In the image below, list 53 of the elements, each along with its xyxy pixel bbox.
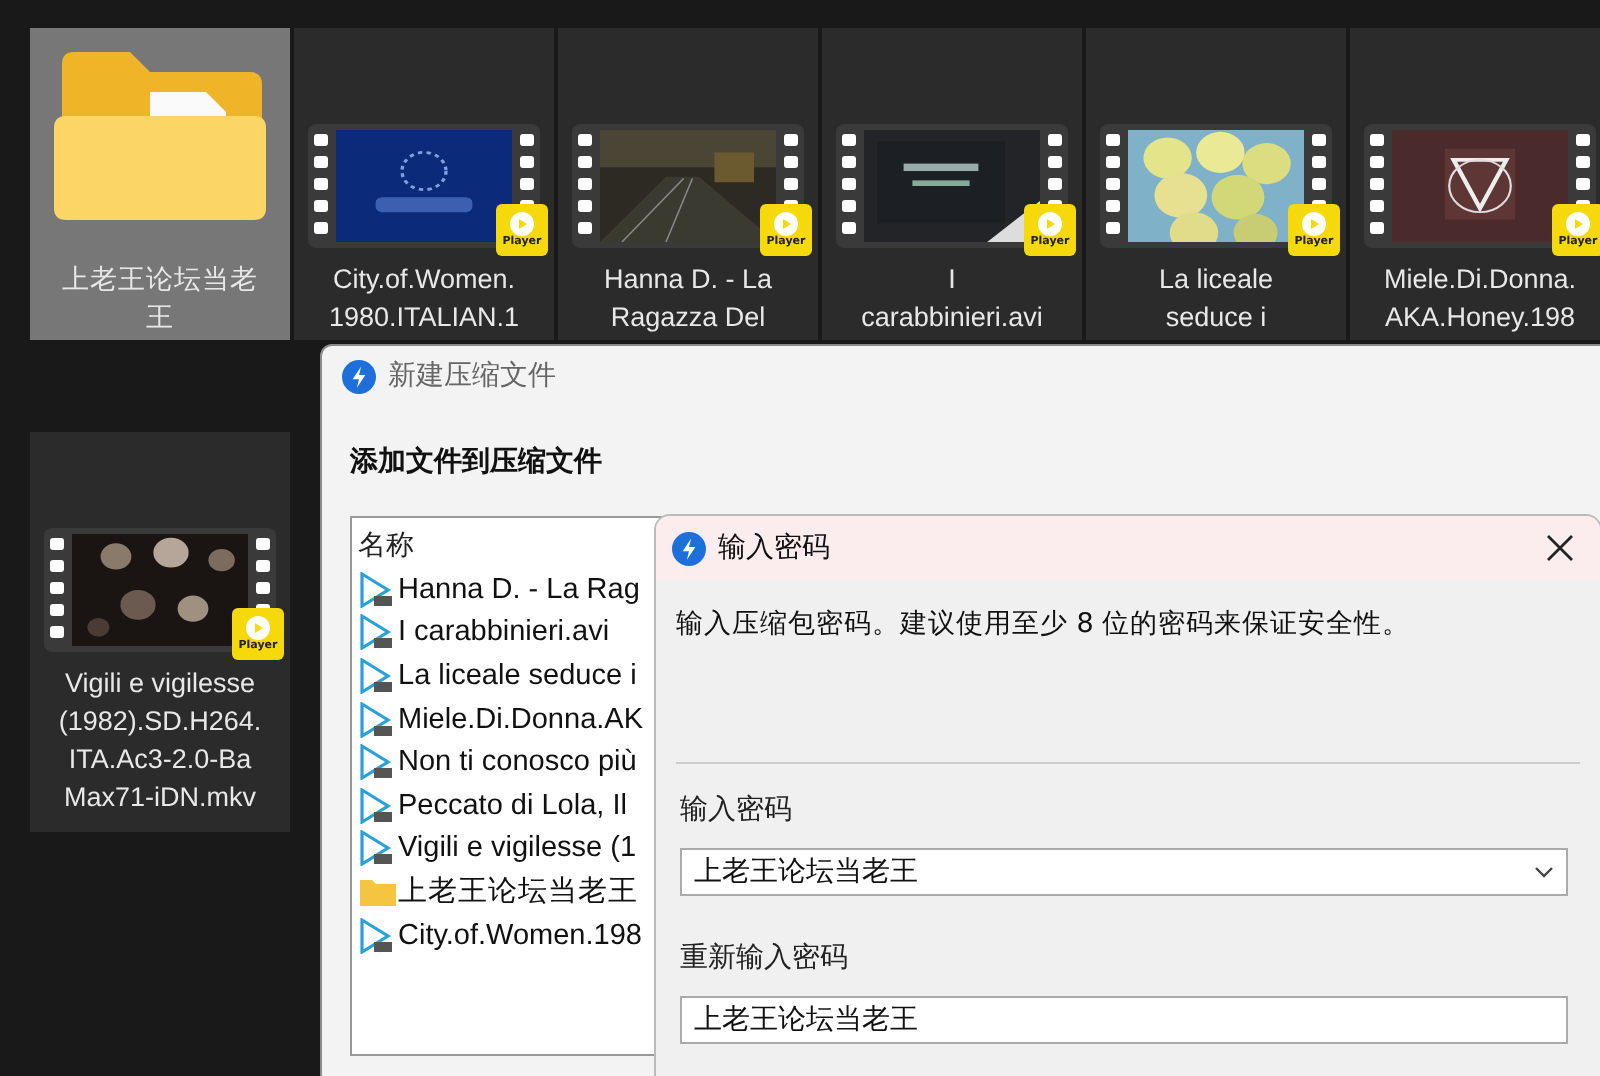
- list-item[interactable]: 上老王论坛当老王: [398, 872, 638, 911]
- list-item[interactable]: La liceale seduce i: [398, 659, 637, 692]
- file-name: Max71-iDN.mkv: [63, 780, 256, 816]
- app-icon: [672, 531, 706, 565]
- play-icon: [774, 211, 798, 235]
- app-icon: [342, 359, 376, 393]
- file-name: 上老王论坛当老: [62, 262, 258, 298]
- chevron-icon: [1534, 864, 1554, 880]
- list-item[interactable]: Peccato di Lola, Il: [398, 789, 627, 822]
- list-item[interactable]: Miele.Di.Donna.AK: [398, 703, 643, 736]
- video-file-icon: [358, 571, 398, 608]
- video-file-icon: [358, 787, 398, 824]
- play-icon: [510, 211, 534, 235]
- close-icon[interactable]: [1544, 532, 1576, 564]
- file-tile[interactable]: 上老王论坛当老 王: [30, 28, 290, 340]
- window-title: 输入密码: [718, 530, 832, 566]
- list-item[interactable]: Hanna D. - La Rag: [398, 573, 640, 606]
- file-name: 1980.ITALIAN.1: [328, 300, 520, 336]
- file-name: La liceale: [1158, 262, 1274, 298]
- list-item[interactable]: Non ti conosco più: [398, 746, 637, 779]
- file-name: AKA.Honey.198: [1384, 300, 1576, 336]
- play-icon: [1038, 211, 1062, 235]
- list-item[interactable]: Vigili e vigilesse (1: [398, 832, 637, 865]
- file-name: Hanna D. - La: [603, 262, 773, 298]
- field-label: 重新输入密码: [680, 940, 850, 976]
- file-name: (1982).SD.H264.: [58, 704, 262, 740]
- video-file-icon: [358, 744, 398, 781]
- play-icon: [1566, 211, 1590, 235]
- video-file-icon: [358, 657, 398, 694]
- section-heading: 添加文件到压缩文件: [350, 444, 604, 480]
- video-file-icon: [358, 701, 398, 738]
- list-item[interactable]: I carabbinieri.avi: [398, 616, 610, 649]
- file-name: Ragazza Del: [610, 300, 766, 336]
- file-name: seduce i: [1165, 300, 1267, 336]
- video-file-icon: [358, 917, 398, 954]
- folder-icon: [54, 52, 266, 220]
- password-field[interactable]: 上老王论坛当老王: [680, 996, 1568, 1044]
- play-icon: [246, 615, 270, 639]
- file-name: 王: [146, 300, 174, 336]
- password-dropdown[interactable]: 上老王论坛当老王: [680, 848, 1568, 896]
- video-file-icon: [358, 830, 398, 867]
- description-text: 输入压缩包密码。建议使用至少 8 位的密码来保证安全性。: [676, 606, 1413, 642]
- list-item[interactable]: City.of.Women.198: [398, 919, 642, 952]
- window-title: 新建压缩文件: [388, 358, 556, 394]
- file-name: ITA.Ac3-2.0-Ba: [68, 742, 252, 778]
- file-name: Miele.Di.Donna.: [1383, 262, 1577, 298]
- file-name: Vigili e vigilesse: [64, 666, 256, 702]
- video-file-icon: [358, 614, 398, 651]
- play-icon: [1302, 211, 1326, 235]
- file-name: I: [948, 262, 956, 298]
- file-name: City.of.Women.: [332, 262, 516, 298]
- file-name: carabbinieri.avi: [861, 300, 1043, 336]
- field-label: 输入密码: [680, 792, 794, 828]
